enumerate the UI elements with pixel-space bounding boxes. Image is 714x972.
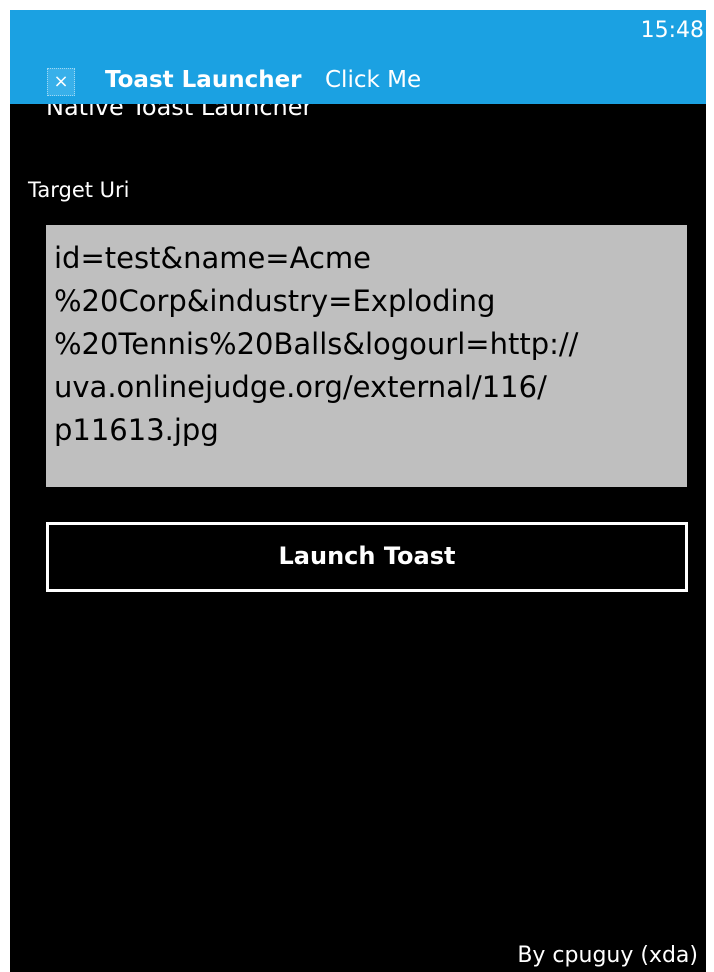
uri-text-line: %20Tennis%20Balls&logourl=http://	[54, 327, 579, 361]
status-clock: 15:48	[640, 18, 704, 43]
toast-notification[interactable]: 15:48 × Toast Launcher Click Me	[10, 10, 706, 104]
uri-text-line: uva.onlinejudge.org/external/116/	[54, 370, 547, 404]
close-icon: ×	[47, 68, 75, 96]
uri-text-line: id=test&name=Acme	[54, 241, 371, 275]
uri-text-line: p11613.jpg	[54, 413, 219, 447]
phone-screen: Native Toast Launcher 15:48 × Toast Laun…	[10, 10, 706, 972]
uri-text-line: %20Corp&industry=Exploding	[54, 284, 496, 318]
toast-content: Click Me	[325, 67, 422, 93]
toast-title: Toast Launcher	[105, 67, 302, 93]
target-uri-label: Target Uri	[28, 178, 130, 202]
credit-text: By cpuguy (xda)	[517, 943, 698, 968]
launch-toast-button[interactable]: Launch Toast	[46, 522, 688, 592]
target-uri-input[interactable]: id=test&name=Acme %20Corp&industry=Explo…	[46, 225, 687, 487]
